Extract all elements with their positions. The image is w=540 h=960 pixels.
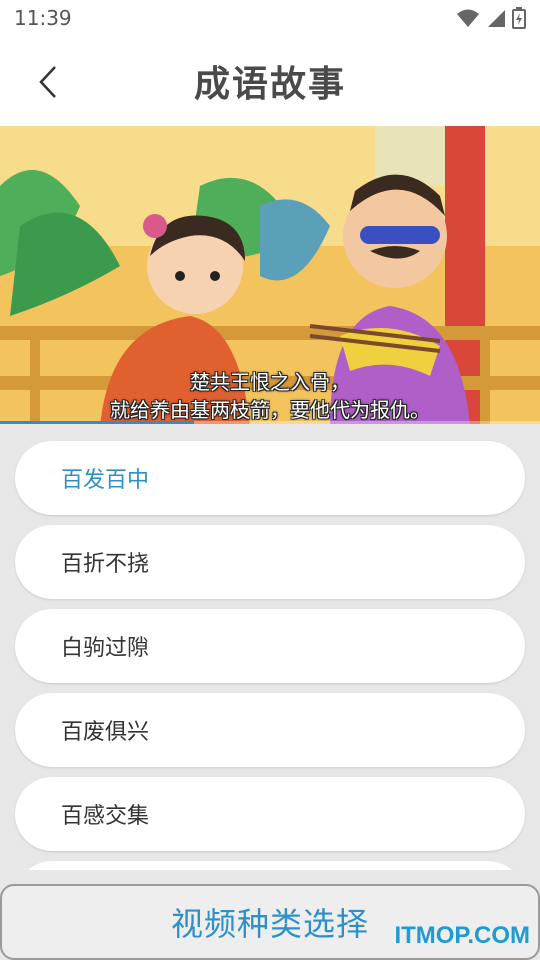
idiom-label: 百废俱兴 bbox=[61, 720, 150, 745]
idiom-list-item[interactable]: 百废俱兴 bbox=[15, 693, 525, 767]
idiom-label: 白驹过隙 bbox=[61, 636, 150, 661]
wifi-icon bbox=[457, 9, 479, 27]
idiom-label: 百发百中 bbox=[61, 468, 150, 493]
status-icons bbox=[456, 7, 526, 29]
app-header: 成语故事 bbox=[0, 36, 540, 126]
status-bar: 11:39 bbox=[0, 0, 540, 36]
video-player[interactable]: 楚共王恨之入骨， 就给养由基两枝箭，要他代为报仇。 bbox=[0, 126, 540, 424]
watermark-text: ITMOP.COM bbox=[394, 922, 530, 949]
idiom-list-item[interactable]: 百感交集 bbox=[15, 777, 525, 851]
back-arrow-icon bbox=[39, 66, 56, 98]
idiom-list-item[interactable]: 百折不挠 bbox=[15, 525, 525, 599]
video-category-select-label: 视频种类选择 bbox=[170, 905, 369, 943]
page-title: 成语故事 bbox=[193, 64, 346, 105]
status-time: 11:39 bbox=[14, 6, 72, 30]
video-subtitle-line2: 就给养由基两枝箭，要他代为报仇。 bbox=[110, 398, 430, 422]
battery-icon bbox=[512, 7, 526, 29]
back-button[interactable] bbox=[28, 58, 68, 106]
idiom-label: 百折不挠 bbox=[61, 552, 150, 577]
idiom-list-item-partial[interactable] bbox=[15, 861, 525, 870]
signal-icon bbox=[488, 10, 505, 27]
idiom-list-item[interactable]: 百发百中 bbox=[15, 441, 525, 515]
video-subtitle-line1: 楚共王恨之入骨， bbox=[190, 370, 350, 394]
idiom-list: 百发百中 百折不挠 白驹过隙 百废俱兴 百感交集 bbox=[0, 424, 540, 870]
idiom-label: 百感交集 bbox=[61, 804, 150, 829]
idiom-list-item[interactable]: 白驹过隙 bbox=[15, 609, 525, 683]
